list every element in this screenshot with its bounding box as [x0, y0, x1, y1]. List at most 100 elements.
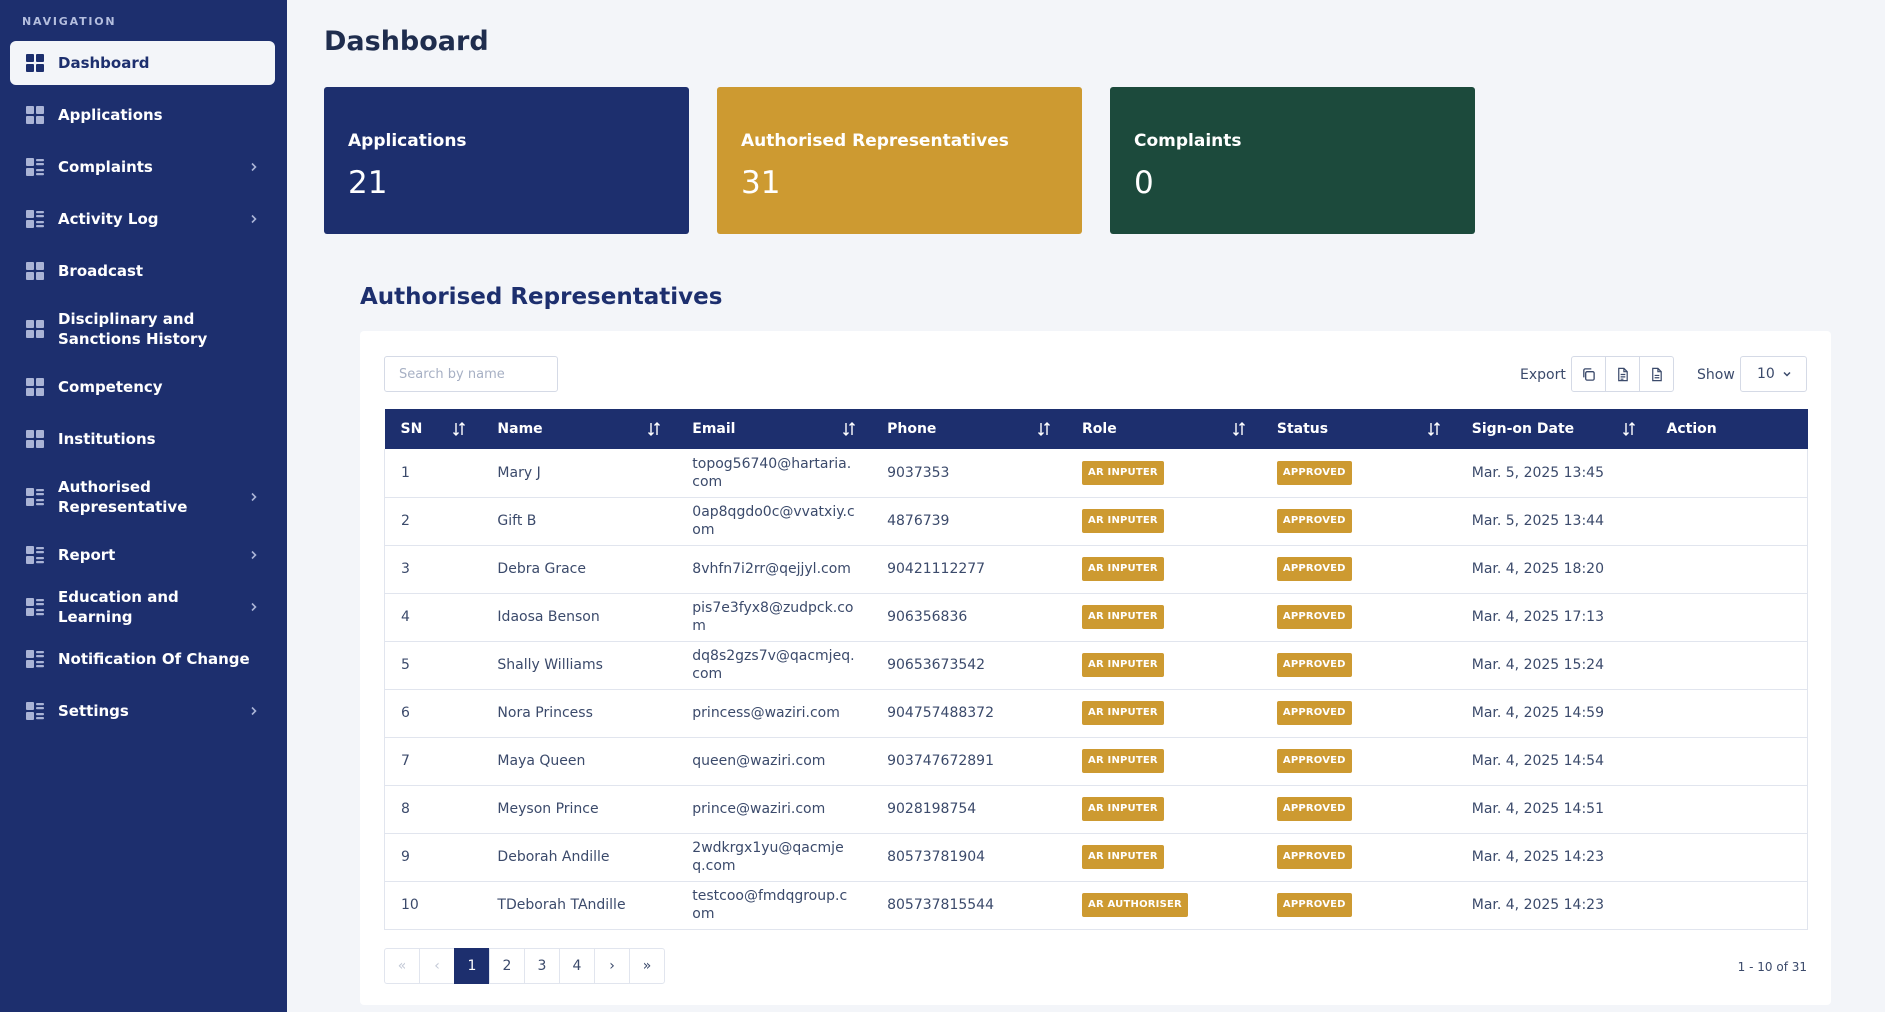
name-cell: Deborah Andille: [481, 833, 677, 882]
sort-icon[interactable]: [451, 421, 467, 437]
table-row: 4 Idaosa Benson pis7e3fyx8@zudpck.com 90635…: [384, 593, 1808, 642]
sort-icon[interactable]: [1621, 421, 1637, 437]
name-cell: Debra Grace: [481, 545, 677, 594]
table-row: 2 Gift B 0ap8qgdo0c@vvatxiy.com 4876739 AR I…: [384, 497, 1808, 546]
column-header-label: Phone: [887, 421, 937, 437]
action-cell: [1650, 641, 1808, 690]
sidebar-item-notification-of-change[interactable]: Notification Of Change: [10, 637, 275, 681]
previous-page-button[interactable]: ‹: [419, 948, 455, 984]
export-csv-button[interactable]: [1605, 356, 1640, 392]
page-button-3[interactable]: 3: [524, 948, 560, 984]
stat-card-complaints[interactable]: Complaints 0: [1110, 87, 1475, 234]
name-cell: Gift B: [481, 497, 677, 546]
copy-button[interactable]: [1571, 356, 1606, 392]
representatives-table: SN Name Email Phone Role Status Sign-on Date Ac…: [384, 409, 1808, 930]
action-cell: [1650, 737, 1808, 786]
table-body: 1 Mary Jtopog56740@hartaria.com 9037353 AR …: [384, 449, 1808, 930]
sidebar-item-education-and-learning[interactable]: Education and Learning: [10, 585, 275, 629]
sign-on-date-cell: Mar. 4, 2025 15:24: [1455, 641, 1651, 690]
sidebar-item-report[interactable]: Report: [10, 533, 275, 577]
stat-card-applications[interactable]: Applications 21: [324, 87, 689, 234]
sidebar-item-label: Broadcast: [58, 262, 144, 280]
list-grid-icon: [26, 210, 44, 228]
page-button-1[interactable]: 1: [454, 948, 490, 984]
name-cell: Mary J: [481, 449, 677, 498]
sidebar-item-label: Applications: [58, 106, 163, 124]
table-header-row: SN Name Email Phone Role Status Sign-on Date Ac…: [384, 409, 1808, 449]
sidebar-item-disciplinary-and-sanctions-history[interactable]: Disciplinary and Sanctions History: [10, 301, 275, 357]
sidebar-item-label: Education and Learning: [58, 588, 179, 626]
status-badge: APPROVED: [1276, 701, 1352, 725]
role-cell: AR INPUTER: [1066, 737, 1261, 786]
sidebar-item-label: Competency: [58, 378, 163, 396]
sort-icon[interactable]: [1036, 421, 1052, 437]
stat-card-label: Applications: [348, 131, 467, 151]
action-cell: [1650, 785, 1808, 834]
status-cell: APPROVED: [1260, 737, 1456, 786]
sidebar-item-competency[interactable]: Competency: [10, 365, 275, 409]
action-cell: [1650, 833, 1808, 882]
stat-card-value: 21: [348, 165, 388, 201]
column-header-email[interactable]: Email: [676, 409, 872, 449]
sidebar-item-authorised-representative[interactable]: Authorised Representative: [10, 469, 275, 525]
sidebar-item-institutions[interactable]: Institutions: [10, 417, 275, 461]
status-badge: APPROVED: [1276, 845, 1352, 869]
sidebar-item-label: Activity Log: [58, 210, 159, 228]
stat-card-authorised-representatives[interactable]: Authorised Representatives 31: [717, 87, 1082, 234]
role-cell: AR INPUTER: [1066, 545, 1261, 594]
grid-icon: [26, 378, 44, 396]
sidebar-item-broadcast[interactable]: Broadcast: [10, 249, 275, 293]
page-size-select[interactable]: 10: [1740, 356, 1807, 392]
phone-cell: 903747672891: [871, 737, 1066, 786]
first-page-button[interactable]: «: [384, 948, 420, 984]
column-header-label: SN: [400, 421, 423, 437]
sidebar-item-complaints[interactable]: Complaints: [10, 145, 275, 189]
sign-on-date-cell: Mar. 4, 2025 14:23: [1455, 881, 1651, 930]
sort-icon[interactable]: [841, 421, 857, 437]
email-cell: prince@waziri.com: [676, 785, 872, 834]
export-label: Export: [1520, 367, 1566, 383]
sidebar-item-applications[interactable]: Applications: [10, 93, 275, 137]
sidebar-item-dashboard[interactable]: Dashboard: [10, 41, 275, 85]
column-header-label: Name: [497, 421, 543, 437]
sign-on-date-cell: Mar. 5, 2025 13:45: [1455, 449, 1651, 498]
column-header-status[interactable]: Status: [1260, 409, 1456, 449]
next-page-button[interactable]: ›: [594, 948, 630, 984]
column-header-phone[interactable]: Phone: [871, 409, 1066, 449]
table-row: 10 TDeborah TAndille testcoo@fmdqgroup.com…: [384, 881, 1808, 930]
page-button-2[interactable]: 2: [489, 948, 525, 984]
chevron-right-icon: [251, 706, 257, 716]
name-cell: Shally Williams: [481, 641, 677, 690]
phone-cell: 90653673542: [871, 641, 1066, 690]
column-header-action: Action: [1650, 409, 1808, 449]
role-cell: AR INPUTER: [1066, 593, 1261, 642]
column-header-sign-on-date[interactable]: Sign-on Date: [1455, 409, 1651, 449]
email-cell: 8vhfn7i2rr@qejjyl.com: [676, 545, 872, 594]
search-input[interactable]: [384, 356, 558, 392]
status-cell: APPROVED: [1260, 689, 1456, 738]
sidebar-item-settings[interactable]: Settings: [10, 689, 275, 733]
sidebar-item-activity-log[interactable]: Activity Log: [10, 197, 275, 241]
sign-on-date-cell: Mar. 4, 2025 14:51: [1455, 785, 1651, 834]
export-pdf-button[interactable]: [1639, 356, 1674, 392]
sidebar-item-label: Institutions: [58, 430, 156, 448]
column-header-role[interactable]: Role: [1066, 409, 1261, 449]
status-badge: APPROVED: [1276, 460, 1352, 485]
grid-icon: [26, 320, 44, 338]
sn-cell: 9: [384, 833, 482, 882]
page-button-4[interactable]: 4: [559, 948, 595, 984]
column-header-name[interactable]: Name: [481, 409, 677, 449]
sort-icon[interactable]: [1231, 421, 1247, 437]
column-header-sn[interactable]: SN: [384, 409, 482, 449]
chevron-right-icon: [251, 162, 257, 172]
list-grid-icon: [26, 702, 44, 720]
status-cell: APPROVED: [1260, 497, 1456, 546]
sort-icon[interactable]: [646, 421, 662, 437]
phone-cell: 805737815544: [871, 881, 1066, 930]
sign-on-date-cell: Mar. 4, 2025 18:20: [1455, 545, 1651, 594]
phone-cell: 80573781904: [871, 833, 1066, 882]
last-page-button[interactable]: »: [629, 948, 665, 984]
sort-icon[interactable]: [1426, 421, 1442, 437]
role-badge: AR INPUTER: [1082, 701, 1164, 725]
column-header-label: Status: [1276, 421, 1329, 437]
